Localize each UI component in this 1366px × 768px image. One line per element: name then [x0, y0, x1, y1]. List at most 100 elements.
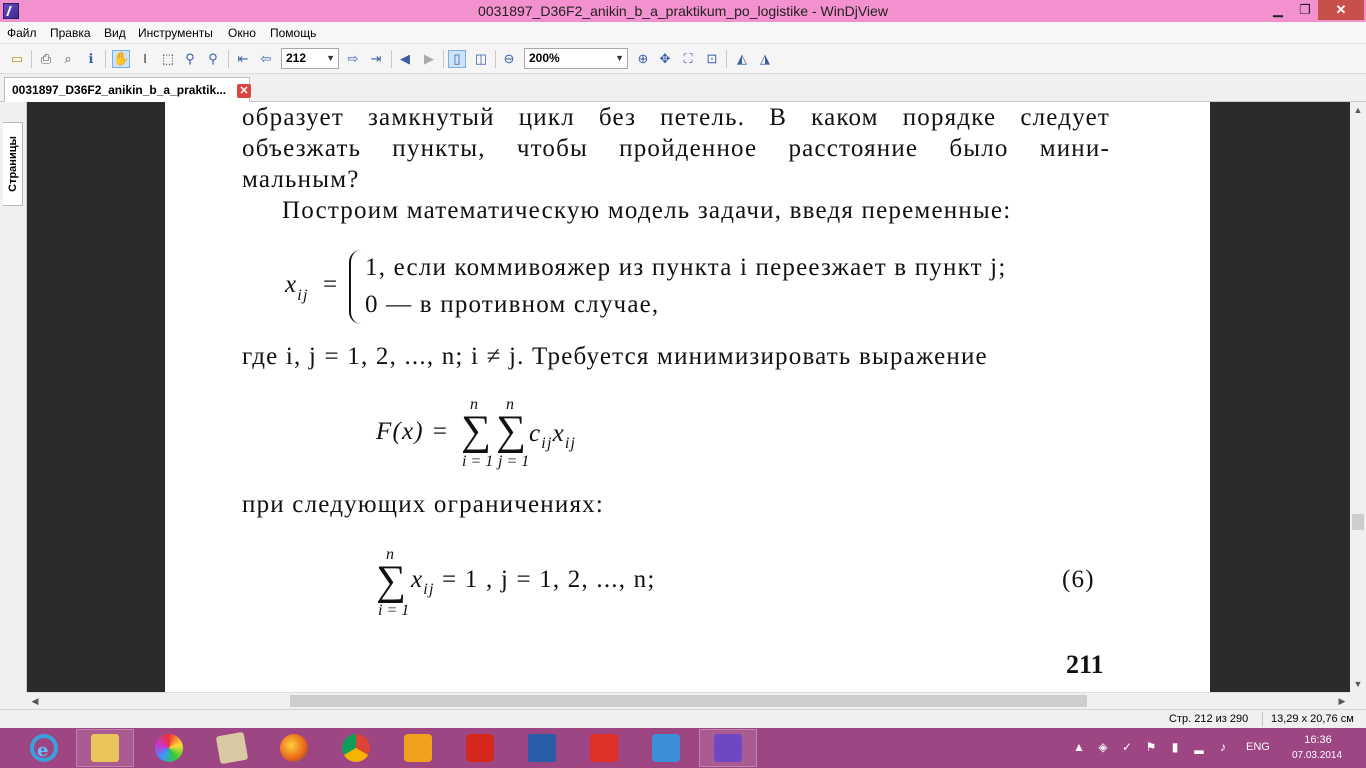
title-bar[interactable]: 0031897_D36F2_anikin_b_a_praktikum_po_lo…	[0, 0, 1366, 22]
constraint-6: xij = 1 , j = 1, 2, ..., n;	[411, 564, 656, 598]
var-x: x	[411, 566, 424, 593]
security-check-icon[interactable]: ✓	[1120, 740, 1134, 754]
constraint-rest: = 1 , j = 1, 2, ..., n;	[442, 566, 656, 593]
menu-view[interactable]: Вид	[104, 22, 126, 44]
open-icon[interactable]: ▭	[8, 50, 26, 68]
menu-help[interactable]: Помощь	[270, 22, 316, 44]
document-page: образует замкнутый цикл без петель. В ка…	[165, 102, 1210, 692]
document-tab-bar: 0031897_D36F2_anikin_b_a_praktik... ✕	[0, 74, 1366, 102]
zoom-out-tool-icon[interactable]: ⚲	[204, 50, 222, 68]
zoom-in-icon[interactable]: ⊕	[634, 50, 652, 68]
sum-lower-limit: j = 1	[498, 453, 530, 470]
select-area-icon[interactable]: ⬚	[159, 50, 177, 68]
fit-page-icon[interactable]: ⛶	[679, 50, 697, 68]
maximize-button[interactable]: ❐	[1292, 0, 1318, 20]
firefox-icon[interactable]	[265, 729, 323, 767]
horizontal-scrollbar[interactable]: ◀ ▶	[27, 692, 1350, 709]
menu-edit[interactable]: Правка	[50, 22, 91, 44]
back-icon[interactable]: ◀	[396, 50, 414, 68]
actual-size-icon[interactable]: ⊡	[703, 50, 721, 68]
fit-width-icon[interactable]: ✥	[656, 50, 674, 68]
close-tab-icon[interactable]: ✕	[237, 84, 251, 98]
vertical-scroll-thumb[interactable]	[1352, 514, 1364, 530]
equation-number: (6)	[1062, 566, 1095, 593]
text-line: объезжать пункты, чтобы пройденное расст…	[242, 135, 1110, 162]
hand-tool-icon[interactable]: ✋	[112, 50, 130, 68]
forward-icon[interactable]: ▶	[420, 50, 438, 68]
notes-icon[interactable]	[203, 729, 261, 767]
explorer-icon[interactable]	[76, 729, 134, 767]
side-panel: Страницы	[0, 102, 27, 692]
network-icon[interactable]: ▂	[1192, 740, 1206, 754]
case-line-2: 0 — в противном случае,	[365, 291, 660, 318]
scroll-down-icon[interactable]: ▼	[1350, 676, 1366, 692]
word-icon[interactable]	[513, 729, 571, 767]
document-view[interactable]: образует замкнутый цикл без петель. В ка…	[27, 102, 1350, 692]
antivirus-icon[interactable]: ◈	[1096, 740, 1110, 754]
media-player-icon[interactable]	[389, 729, 447, 767]
info-icon[interactable]: ℹ	[82, 50, 100, 68]
zoom-out-icon[interactable]: ⊖	[500, 50, 518, 68]
clock-time[interactable]: 16:36	[1298, 734, 1338, 746]
adobe-reader-icon[interactable]	[451, 729, 509, 767]
window-title: 0031897_D36F2_anikin_b_a_praktikum_po_lo…	[478, 3, 888, 19]
pages-tab-label: Страницы	[6, 136, 19, 192]
color-picker-icon[interactable]	[140, 729, 198, 767]
ie-icon[interactable]: e	[27, 732, 61, 764]
formula-var: xij	[285, 269, 309, 304]
sum-sign: ∑	[496, 408, 526, 454]
action-center-icon[interactable]: ⚑	[1144, 740, 1158, 754]
text-line: при следующих ограничениях:	[242, 491, 605, 518]
next-page-icon[interactable]: ⇨	[344, 50, 362, 68]
language-indicator[interactable]: ENG	[1246, 741, 1270, 753]
print-icon[interactable]: ⎙	[37, 50, 55, 68]
last-page-icon[interactable]: ⇥	[367, 50, 385, 68]
page-number-combo[interactable]: 212 ▼	[281, 48, 339, 69]
menu-tools[interactable]: Инструменты	[138, 22, 213, 44]
sound-app-icon[interactable]	[637, 729, 695, 767]
printed-page-number: 211	[1066, 650, 1104, 679]
zoom-in-tool-icon[interactable]: ⚲	[181, 50, 199, 68]
first-page-icon[interactable]: ⇤	[234, 50, 252, 68]
menu-file[interactable]: Файл	[7, 22, 37, 44]
case-brace	[349, 250, 365, 324]
pages-panel-tab[interactable]: Страницы	[3, 122, 23, 206]
objective-term: cijxij	[529, 418, 576, 452]
rotate-left-icon[interactable]: ◭	[733, 50, 751, 68]
chrome-icon[interactable]	[327, 729, 385, 767]
select-text-icon[interactable]: I	[136, 50, 154, 68]
scroll-right-icon[interactable]: ▶	[1334, 693, 1350, 710]
tray-expand-icon[interactable]: ▲	[1072, 740, 1086, 754]
taskbar: e ▲ ◈ ✓ ⚑ ▮ ▂ ♪ ENG 16:36 07.03.2014	[0, 728, 1366, 768]
zoom-value: 200%	[529, 51, 560, 65]
toolbar: ▭ ⎙ ⌕ ℹ ✋ I ⬚ ⚲ ⚲ ⇤ ⇦ 212 ▼ ⇨ ⇥ ◀ ▶ ▯ ◫ ⊖…	[0, 44, 1366, 74]
clock-date[interactable]: 07.03.2014	[1286, 750, 1348, 761]
rotate-right-icon[interactable]: ◮	[756, 50, 774, 68]
var-x: x	[552, 420, 565, 447]
vertical-scrollbar[interactable]: ▲ ▼	[1350, 102, 1366, 692]
page-number-value: 212	[286, 51, 307, 65]
battery-icon[interactable]: ▮	[1168, 740, 1182, 754]
scroll-left-icon[interactable]: ◀	[27, 693, 43, 710]
minimize-button[interactable]: ▁	[1264, 0, 1292, 20]
var-subscript: ij	[297, 287, 309, 304]
document-tab[interactable]: 0031897_D36F2_anikin_b_a_praktik... ✕	[4, 77, 251, 102]
windjview-icon[interactable]	[699, 729, 757, 767]
menu-window[interactable]: Окно	[228, 22, 256, 44]
facing-pages-icon[interactable]: ◫	[472, 50, 490, 68]
horizontal-scroll-thumb[interactable]	[290, 695, 1087, 707]
volume-icon[interactable]: ♪	[1216, 740, 1230, 754]
find-icon[interactable]: ⌕	[59, 50, 77, 68]
prev-page-icon[interactable]: ⇦	[257, 50, 275, 68]
single-page-icon[interactable]: ▯	[448, 50, 466, 68]
menu-bar: Файл Правка Вид Инструменты Окно Помощь	[0, 22, 1366, 44]
var-subscript: ij	[564, 435, 577, 452]
scroll-up-icon[interactable]: ▲	[1350, 102, 1366, 118]
objective-left: F(x) =	[376, 418, 450, 445]
text-line: мальным?	[242, 166, 360, 193]
status-bar: Стр. 212 из 290 13,29 x 20,76 см	[0, 709, 1366, 728]
document-tab-label: 0031897_D36F2_anikin_b_a_praktik...	[12, 83, 227, 97]
yandex-icon[interactable]	[575, 729, 633, 767]
zoom-combo[interactable]: 200% ▼	[524, 48, 628, 69]
close-window-button[interactable]: ✕	[1318, 0, 1364, 20]
